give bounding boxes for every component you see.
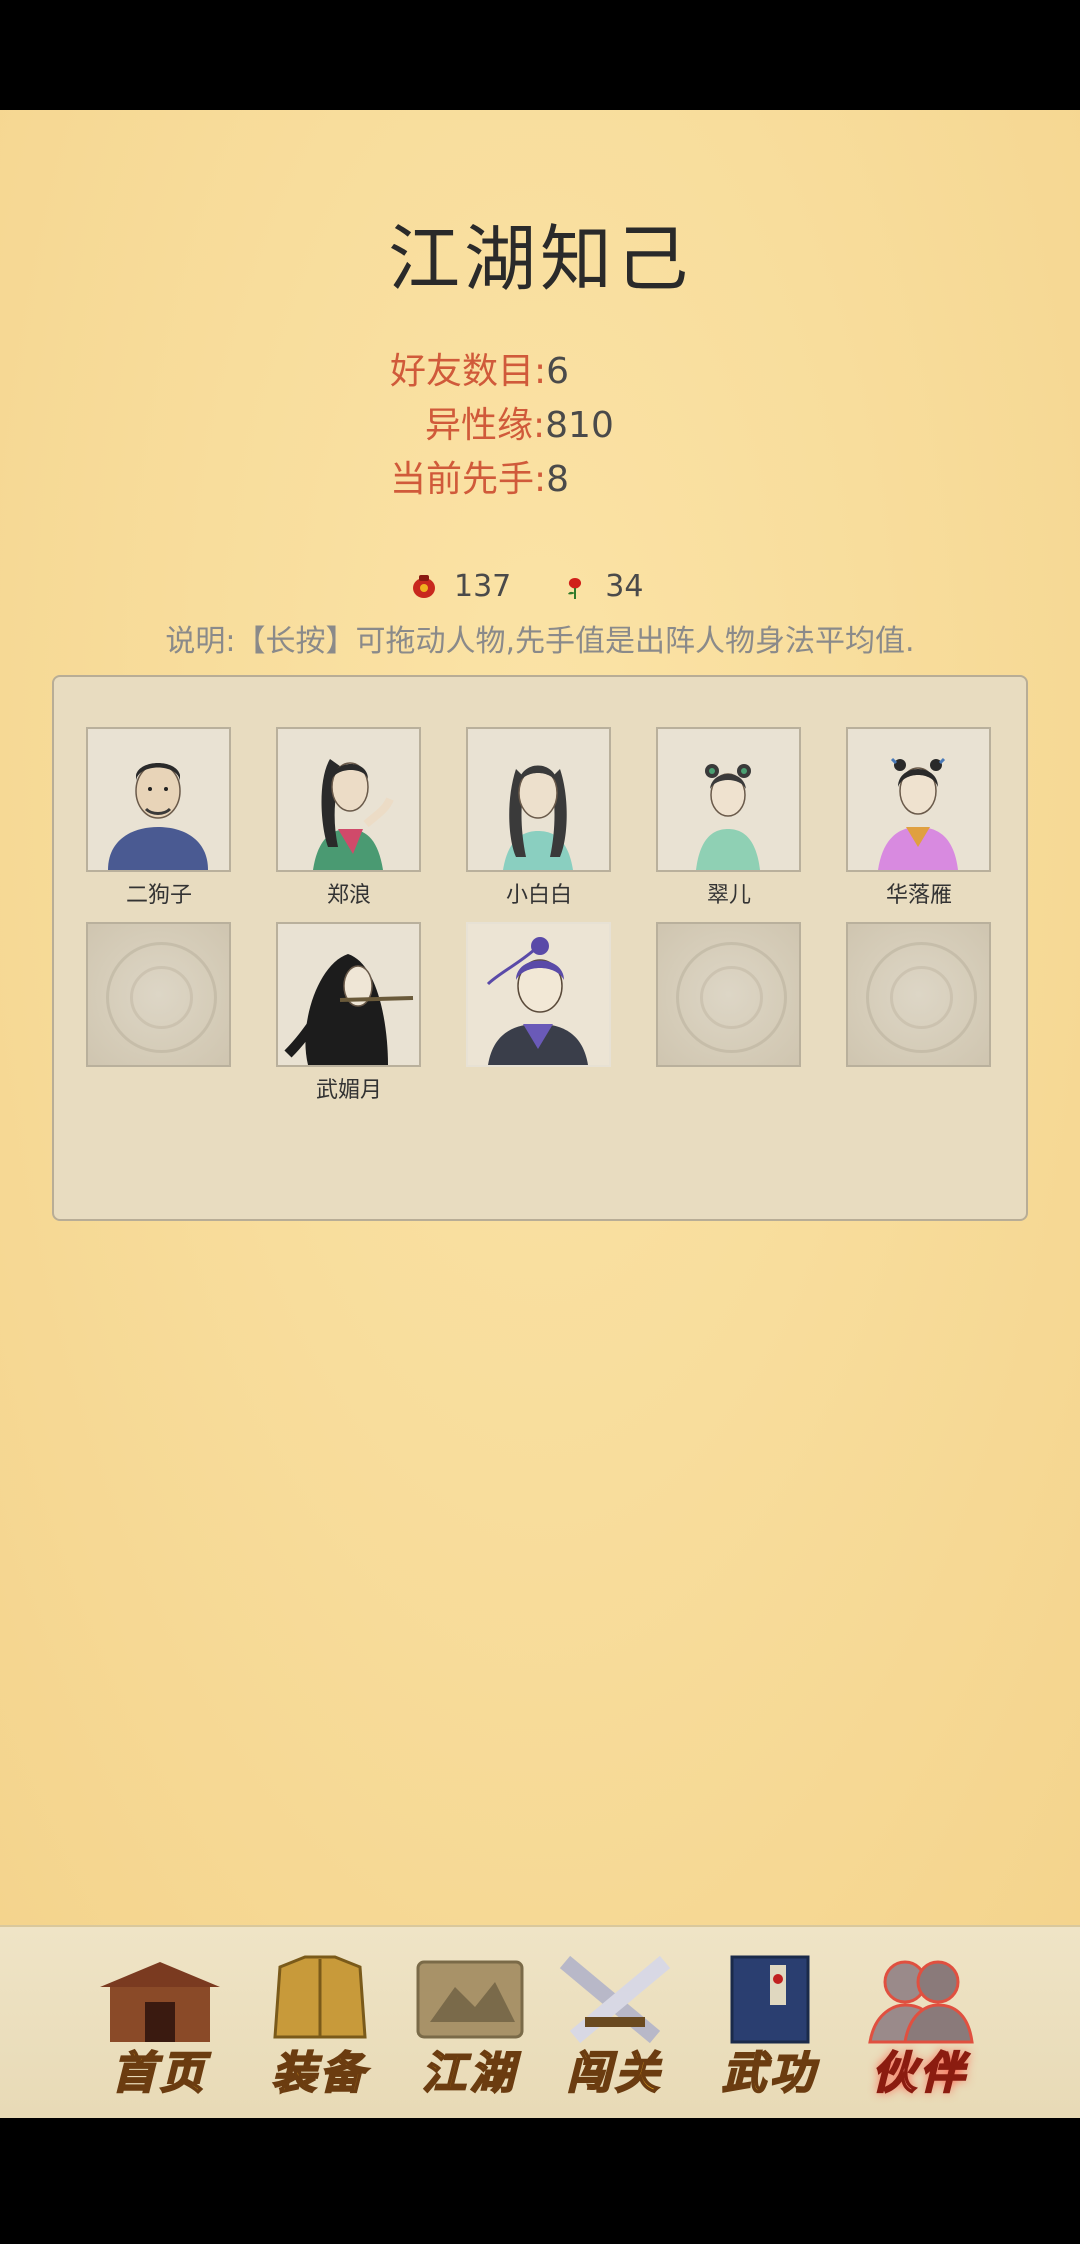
partner-slot-2[interactable]	[276, 727, 421, 872]
rose-currency: 34	[561, 569, 643, 604]
nav-label: 江湖	[421, 2047, 518, 2100]
scroll-map-icon	[416, 1960, 524, 2039]
nav-challenge[interactable]: 闯关	[545, 1947, 685, 2107]
house-icon	[100, 1962, 220, 2042]
nav-home[interactable]: 首页	[90, 1947, 230, 2107]
nav-equipment[interactable]: 装备	[250, 1947, 390, 2107]
rose-count: 34	[605, 568, 644, 604]
book-icon	[730, 1955, 810, 2044]
partner-slot-empty[interactable]	[86, 922, 231, 1067]
nav-partners[interactable]: 伙伴	[850, 1947, 990, 2107]
bottom-navigation: 首页 装备 江湖 闯关 武功 伙伴	[0, 1925, 1080, 2118]
nav-label: 装备	[271, 2047, 368, 2100]
partner-slot-3[interactable]	[466, 727, 611, 872]
stat-label: 异性缘:	[425, 405, 546, 446]
stat-initiative: 当前先手:8	[390, 458, 569, 502]
nav-label: 武功	[721, 2047, 818, 2100]
system-navigation-bar	[0, 2118, 1080, 2244]
stat-value: 8	[546, 459, 570, 500]
partner-portrait-swordsman	[468, 924, 609, 1065]
partners-icon	[868, 1960, 974, 2044]
partner-portrait-zhenglang	[278, 729, 419, 870]
nav-label: 伙伴	[871, 2047, 968, 2100]
rose-icon	[568, 578, 582, 599]
partner-name: 翠儿	[706, 883, 751, 908]
crossed-swords-icon	[559, 1955, 671, 2044]
partners-page: 江湖知己 好友数目:6 异性缘:810 当前先手:8 137 34 说明:【长按…	[0, 110, 1080, 2118]
partner-name: 郑浪	[326, 883, 371, 908]
jar-currency: 137	[410, 569, 511, 604]
partner-slot-5[interactable]	[846, 727, 991, 872]
partner-name: 华落雁	[885, 883, 952, 908]
partner-portrait-cuier	[658, 729, 799, 870]
stat-value: 810	[545, 405, 614, 446]
partner-slot-4[interactable]	[656, 727, 801, 872]
stat-value: 6	[546, 351, 570, 392]
partner-portrait-hualuoyan	[848, 729, 989, 870]
stat-charm: 异性缘:810	[425, 404, 614, 448]
nav-label: 首页	[111, 2047, 208, 2100]
partner-slot-1[interactable]	[86, 727, 231, 872]
partner-portrait-xiaobaibai	[468, 729, 609, 870]
jar-icon	[413, 575, 435, 598]
partner-name: 武媚月	[315, 1078, 382, 1103]
nav-jianghu[interactable]: 江湖	[400, 1947, 540, 2107]
stat-label: 好友数目:	[390, 351, 547, 392]
partner-slot-7[interactable]	[276, 922, 421, 1067]
partner-slot-empty[interactable]	[846, 922, 991, 1067]
partner-portrait-ergouzi	[88, 729, 229, 870]
partner-slot-empty[interactable]	[656, 922, 801, 1067]
stat-friends: 好友数目:6	[390, 350, 569, 394]
instruction-note: 说明:【长按】可拖动人物,先手值是出阵人物身法平均值.	[165, 624, 915, 659]
partner-name: 二狗子	[125, 883, 192, 908]
jar-count: 137	[454, 568, 512, 604]
partner-slot-dragging[interactable]	[466, 922, 611, 1067]
partner-name: 小白白	[505, 883, 572, 908]
armor-icon	[273, 1955, 367, 2039]
page-title: 江湖知己	[387, 217, 692, 301]
status-bar	[0, 0, 1080, 110]
nav-martial-arts[interactable]: 武功	[700, 1947, 840, 2107]
currency-bar: 137 34	[410, 566, 693, 606]
partner-portrait-wumeiyue	[278, 924, 419, 1065]
partner-grid: 二狗子 郑浪 小白白 翠儿 华落雁 武媚月	[52, 675, 1028, 1221]
nav-label: 闯关	[566, 2047, 663, 2100]
stat-label: 当前先手:	[390, 459, 547, 500]
